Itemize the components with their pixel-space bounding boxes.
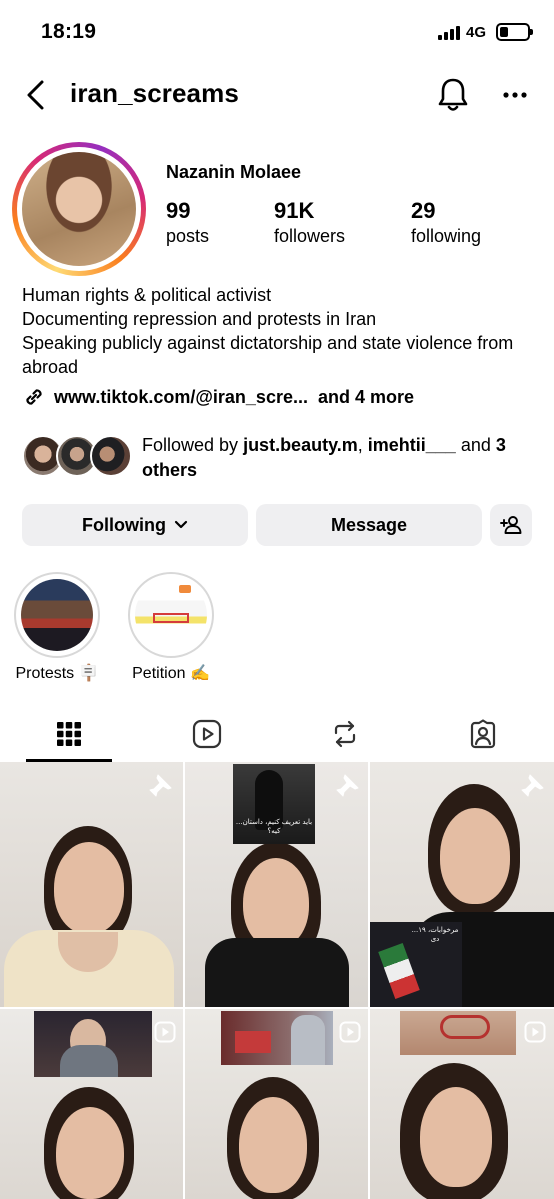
profile-header: iran_screams — [0, 68, 554, 122]
stat-value: 91K — [274, 198, 315, 223]
back-chevron-icon[interactable] — [22, 78, 52, 112]
inset-caption: ...مرخوابات، ۱۹ دی — [411, 926, 459, 943]
stat-label: following — [411, 226, 482, 246]
tab-tagged[interactable] — [428, 706, 538, 762]
link-more[interactable]: and 4 more — [318, 387, 414, 408]
profile-username: iran_screams — [70, 78, 239, 108]
display-name: Nazanin Molaee — [166, 162, 302, 182]
post-thumbnail-4[interactable] — [0, 1009, 183, 1199]
link-icon — [26, 389, 42, 405]
post-inset-image: ...مرخوابات، ۱۹ دی — [370, 922, 462, 1007]
followers-stat[interactable]: 91K followers — [274, 198, 345, 247]
highlight-label: Petition ✍️ — [132, 665, 210, 682]
post-thumbnail-5[interactable] — [185, 1009, 368, 1199]
highlight-cover — [135, 579, 207, 651]
reposts-icon — [334, 720, 356, 748]
post-thumbnail-2[interactable]: ...باید تعریف کنیم، داستان کیه؟ — [185, 762, 368, 1007]
following-stat[interactable]: 29 following — [411, 198, 481, 247]
stat-value: 29 — [411, 198, 436, 223]
reel-icon — [339, 1021, 361, 1043]
bell-icon[interactable] — [436, 76, 470, 114]
reel-icon — [524, 1021, 546, 1043]
inset-caption: ...باید تعریف کنیم، داستان کیه؟ — [235, 818, 313, 835]
bio-line: Human rights & political activist — [22, 285, 272, 305]
mutual-avatar — [90, 435, 132, 477]
stat-value: 99 — [166, 198, 191, 223]
bio-line: Documenting repression and protests in I… — [22, 309, 377, 329]
followed-by-row[interactable]: Followed by just.beauty.m, imehtii___ an… — [22, 433, 542, 483]
bio-link[interactable]: www.tiktok.com/@iran_scre... and 4 more — [22, 385, 414, 409]
profile-tabs — [0, 706, 554, 762]
message-label: Message — [330, 514, 408, 535]
signal-icon — [438, 26, 460, 40]
status-bar: 18:19 4G — [0, 0, 554, 64]
network-label: 4G — [466, 24, 487, 41]
pin-icon — [521, 774, 544, 797]
avatar — [22, 152, 136, 266]
story-ring[interactable] — [12, 142, 146, 276]
chevron-down-icon — [174, 520, 188, 529]
following-button[interactable]: Following — [22, 504, 248, 546]
suggest-users-button[interactable] — [490, 504, 532, 546]
pin-icon — [336, 774, 359, 797]
status-time: 18:19 — [41, 20, 97, 43]
bio: Human rights & political activist Docume… — [22, 283, 542, 379]
link-url[interactable]: www.tiktok.com/@iran_scre... — [54, 387, 308, 408]
posts-stat[interactable]: 99 posts — [166, 198, 209, 247]
tab-reposts[interactable] — [290, 706, 400, 762]
post-inset-image — [221, 1011, 333, 1065]
grid-icon — [57, 722, 81, 746]
message-button[interactable]: Message — [256, 504, 482, 546]
highlight-label: Protests 🪧 — [15, 665, 99, 682]
following-label: Following — [82, 514, 166, 535]
highlight-petition[interactable]: Petition ✍️ — [128, 572, 214, 682]
highlight-cover — [21, 579, 93, 651]
post-thumbnail-3[interactable]: ...مرخوابات، ۱۹ دی — [370, 762, 554, 1007]
reel-icon — [154, 1021, 176, 1043]
post-thumbnail-6[interactable] — [370, 1009, 554, 1199]
highlight-protests[interactable]: Protests 🪧 — [14, 572, 100, 682]
more-options-icon[interactable] — [500, 82, 530, 108]
tab-reels[interactable] — [152, 706, 262, 762]
post-thumbnail-1[interactable] — [0, 762, 183, 1007]
bio-line: Speaking publicly against dictatorship a… — [22, 333, 514, 377]
followed-by-text: Followed by just.beauty.m, imehtii___ an… — [142, 435, 506, 480]
tab-grid[interactable] — [14, 706, 124, 762]
post-inset-image — [34, 1011, 152, 1077]
add-person-icon — [500, 516, 522, 534]
tagged-icon — [470, 719, 496, 749]
posts-grid: ...باید تعریف کنیم، داستان کیه؟ ...مرخوا… — [0, 762, 554, 1199]
post-inset-image — [400, 1011, 516, 1055]
stat-label: posts — [166, 226, 210, 246]
battery-icon — [496, 23, 533, 41]
pin-icon — [149, 774, 172, 797]
stat-label: followers — [274, 226, 346, 246]
post-inset-image: ...باید تعریف کنیم، داستان کیه؟ — [233, 764, 315, 844]
reels-icon — [192, 719, 222, 749]
